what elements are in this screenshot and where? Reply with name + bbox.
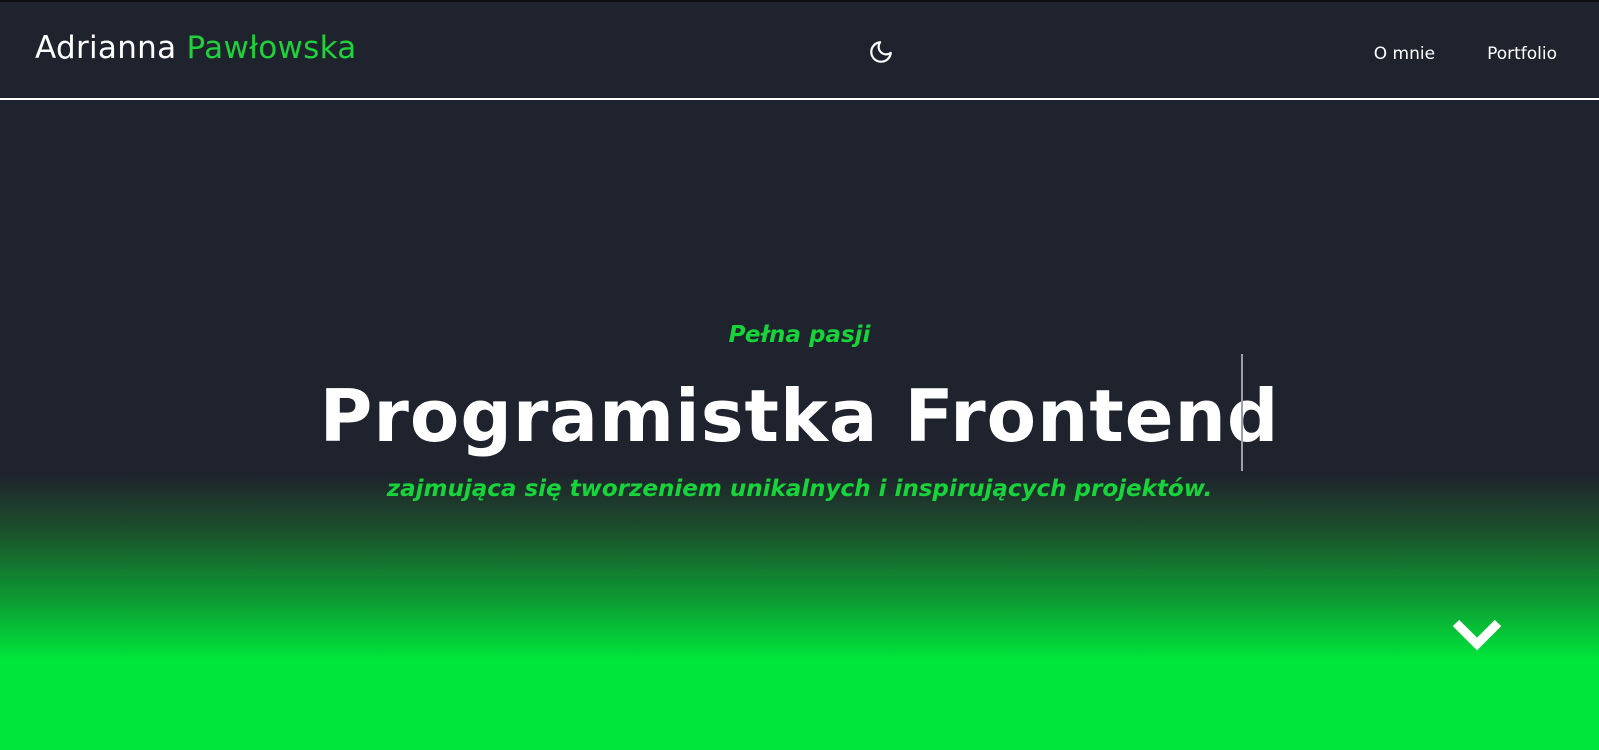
hero-section: Pełna pasji Programistka Frontend zajmuj… <box>0 100 1599 750</box>
theme-toggle-button[interactable] <box>868 39 894 65</box>
moon-icon <box>870 41 892 63</box>
navbar: Adrianna Pawłowska O mnie Portfolio <box>0 2 1599 100</box>
chevron-down-icon <box>1452 619 1502 651</box>
hero-headline: Programistka Frontend <box>319 374 1280 458</box>
logo-first-name: Adrianna <box>35 30 177 66</box>
hero-kicker: Pełna pasji <box>728 322 871 348</box>
nav-link-about[interactable]: O mnie <box>1374 44 1435 64</box>
nav-link-portfolio[interactable]: Portfolio <box>1487 44 1557 64</box>
main-nav: O mnie Portfolio <box>1374 44 1557 64</box>
page: Adrianna Pawłowska O mnie Portfolio Pełn… <box>0 0 1599 750</box>
logo-last-name: Pawłowska <box>186 30 357 66</box>
scroll-down-button[interactable] <box>1450 615 1504 655</box>
site-logo[interactable]: Adrianna Pawłowska <box>35 30 357 66</box>
hero-tagline: zajmująca się tworzeniem unikalnych i in… <box>386 476 1213 502</box>
typing-caret <box>1241 354 1243 471</box>
